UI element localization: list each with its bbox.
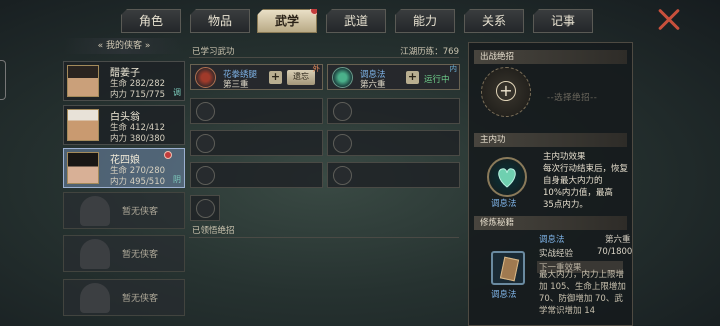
exp-value: 70/1800: [597, 247, 633, 257]
empty-slot[interactable]: 暂无侠客: [63, 192, 185, 229]
skills-panel: 已学习武功 江湖历练：769 花拳绣腿 第三重 + 遗忘 外 调息法 第六重 +…: [189, 42, 462, 326]
character-portrait: [67, 109, 99, 141]
skill-type-flag: 外: [312, 64, 321, 73]
tab-relations[interactable]: 关系: [464, 9, 524, 33]
skill-slot-outer[interactable]: 花拳绣腿 第三重 + 遗忘 外: [190, 64, 323, 90]
neigong-icon[interactable]: [487, 157, 527, 197]
character-card[interactable]: 白头翁 生命 412/412 内力 380/380: [63, 105, 185, 145]
ultimate-slot[interactable]: +: [481, 67, 531, 117]
breathing-skill-icon: [332, 67, 353, 88]
empty-circle-icon: [196, 166, 215, 185]
next-effect-line: 加 105、生命上限增加: [539, 282, 626, 292]
detail-panel: 出战绝招 + --选择绝招-- 主内功 调息法 主内功效果 每次行动结束后，恢复…: [468, 42, 633, 326]
character-tag: 调: [173, 88, 181, 97]
tab-martial-arts-label: 武学: [274, 14, 299, 28]
empty-circle-icon: [196, 102, 215, 121]
empty-skill-slot[interactable]: [327, 162, 460, 188]
effect-line: 每次行动结束后，恢复: [543, 164, 629, 174]
empty-skill-slot[interactable]: [327, 98, 460, 124]
add-icon[interactable]: +: [406, 71, 419, 84]
skill-level: 第三重: [223, 80, 249, 90]
sidebar-header-label: 我的侠客: [105, 41, 142, 51]
character-tag: 阴: [173, 175, 181, 184]
effect-line: 10%内力值，最高: [543, 188, 613, 198]
jianghu-experience: 江湖历练：769: [400, 47, 459, 57]
book-icon[interactable]: [491, 251, 525, 285]
book-level: 第六重: [605, 235, 631, 245]
main-neigong-title: 主内功: [474, 133, 627, 147]
chevron-left-icon: «: [97, 41, 104, 51]
character-mp: 内力 495/510: [110, 177, 166, 187]
empty-skill-slot[interactable]: [190, 98, 323, 124]
character-card[interactable]: 醋姜子 生命 282/282 内力 715/775 调: [63, 61, 185, 101]
skill-level: 第六重: [360, 80, 386, 90]
heart-icon: [498, 168, 516, 188]
empty-circle-icon: [333, 102, 352, 121]
next-effect-line: 最大内力，内力上限增: [539, 270, 625, 280]
fist-skill-icon: [195, 67, 216, 88]
empty-skill-slot[interactable]: [327, 130, 460, 156]
add-icon: +: [496, 81, 516, 101]
empty-slot-label: 暂无侠客: [122, 250, 159, 260]
chevron-right-icon: »: [144, 41, 151, 51]
sidebar-header: « 我的侠客 »: [64, 38, 184, 54]
forget-button[interactable]: 遗忘: [287, 70, 315, 85]
close-icon[interactable]: [657, 8, 681, 32]
empty-slot[interactable]: 暂无侠客: [63, 279, 185, 316]
empty-circle-icon: [333, 134, 352, 153]
exp-label: 实战经验: [539, 249, 574, 259]
silhouette-icon: [80, 239, 110, 269]
empty-circle-icon: [196, 199, 215, 218]
character-portrait: [67, 152, 99, 184]
empty-skill-slot[interactable]: [190, 130, 323, 156]
add-icon[interactable]: +: [269, 71, 282, 84]
tab-martial-way[interactable]: 武道: [326, 9, 386, 33]
ultimate-title: 已领悟绝招: [192, 226, 235, 236]
effect-line: 35点内力。: [543, 200, 588, 210]
book-caption: 调息法: [491, 290, 517, 300]
empty-circle-icon: [333, 166, 352, 185]
divider: [189, 57, 459, 58]
empty-circle-icon: [196, 134, 215, 153]
tab-items[interactable]: 物品: [190, 9, 250, 33]
empty-slot-label: 暂无侠客: [122, 294, 159, 304]
character-card-selected[interactable]: 花四娘 生命 270/280 内力 495/510 阴: [63, 148, 185, 188]
next-effect-line: 学常识增加 14: [539, 306, 596, 316]
cultivate-title: 修炼秘籍: [474, 216, 627, 230]
running-status: 运行中: [424, 75, 450, 85]
tab-journal[interactable]: 记事: [533, 9, 593, 33]
notification-dot: [164, 151, 172, 159]
silhouette-icon: [80, 283, 110, 313]
tab-abilities[interactable]: 能力: [395, 9, 455, 33]
effect-title: 主内功效果: [543, 152, 586, 162]
character-portrait: [67, 65, 99, 97]
empty-slot-label: 暂无侠客: [122, 207, 159, 217]
character-mp: 内力 380/380: [110, 134, 166, 144]
skill-slot-inner[interactable]: 调息法 第六重 + 运行中 内: [327, 64, 460, 90]
empty-slot[interactable]: 暂无侠客: [63, 235, 185, 272]
silhouette-icon: [80, 196, 110, 226]
choose-ultimate-text: --选择绝招--: [547, 93, 598, 103]
skill-type-flag: 内: [449, 64, 458, 73]
next-effect-line: 70、防御增加 70、武: [539, 294, 623, 304]
character-mp: 内力 715/775: [110, 90, 166, 100]
neigong-name: 调息法: [491, 199, 517, 209]
empty-skill-slot[interactable]: [190, 162, 323, 188]
effect-line: 自身最大内力的: [543, 176, 603, 186]
empty-skill-slot[interactable]: [190, 195, 220, 221]
side-handle[interactable]: [0, 60, 6, 100]
tab-character[interactable]: 角色: [121, 9, 181, 33]
battle-ultimate-title: 出战绝招: [474, 50, 627, 64]
divider: [189, 237, 459, 238]
learned-skills-title: 已学习武功: [192, 47, 235, 57]
book-name: 调息法: [539, 235, 565, 245]
tab-martial-arts[interactable]: 武学: [257, 9, 317, 33]
